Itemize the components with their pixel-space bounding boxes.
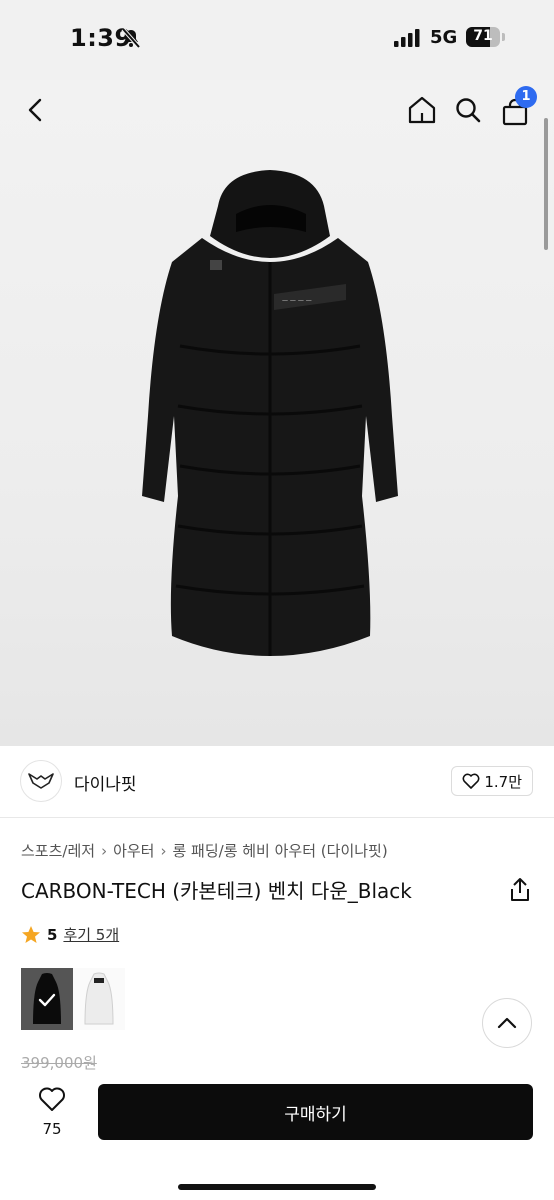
breadcrumb: 스포츠/레저 › 아우터 › 롱 패딩/롱 헤비 아우터 (다이나핏) — [21, 840, 388, 861]
back-button[interactable] — [16, 90, 56, 130]
bell-muted-icon — [121, 27, 141, 49]
breadcrumb-item[interactable]: 롱 패딩/롱 헤비 아우터 (다이나핏) — [172, 840, 387, 861]
brand-logo[interactable] — [20, 760, 62, 802]
heart-outline-icon — [462, 773, 480, 789]
scroll-to-top-button[interactable] — [482, 998, 532, 1048]
home-button[interactable] — [402, 90, 442, 130]
dynafit-logo-icon — [28, 773, 54, 789]
svg-text:— — — —: — — — — — [282, 297, 312, 304]
rating-score: 5 — [47, 925, 58, 944]
buy-button[interactable]: 구매하기 — [98, 1084, 533, 1140]
gallery-scroll-indicator — [544, 118, 548, 250]
search-icon — [456, 98, 481, 123]
battery-percent: 71 — [473, 28, 493, 44]
rating-row: 5 후기 5개 — [21, 924, 119, 945]
color-option-white[interactable] — [73, 968, 125, 1030]
check-icon — [38, 993, 56, 1007]
color-option-black[interactable] — [21, 968, 73, 1030]
star-icon — [22, 925, 40, 943]
heart-outline-icon — [39, 1087, 65, 1111]
product-image-gallery[interactable]: 1 — — — — — [0, 80, 554, 746]
bottom-action-bar: 75 구매하기 — [0, 1070, 554, 1200]
home-indicator — [178, 1184, 376, 1190]
network-label: 5G — [430, 27, 458, 48]
chevron-right-icon: › — [101, 841, 108, 860]
seller-row[interactable]: 다이나핏 1.7만 — [0, 746, 554, 818]
chevron-right-icon: › — [160, 841, 167, 860]
home-icon — [408, 96, 436, 124]
breadcrumb-item[interactable]: 스포츠/레저 — [21, 840, 95, 861]
seller-name[interactable]: 다이나핏 — [74, 770, 137, 795]
cart-badge: 1 — [515, 86, 537, 108]
follow-like-button[interactable]: 1.7만 — [451, 766, 533, 796]
status-bar: 1:39 5G 71 — [0, 0, 554, 80]
product-title: CARBON-TECH (카본테크) 벤치 다운_Black — [21, 879, 412, 903]
share-icon[interactable] — [506, 876, 534, 904]
color-options — [21, 968, 125, 1030]
cellular-signal-icon — [394, 29, 420, 47]
wishlist-count: 75 — [42, 1120, 62, 1138]
search-button[interactable] — [448, 90, 488, 130]
white-coat-thumbnail — [84, 972, 114, 1025]
chevron-up-icon — [497, 1017, 517, 1029]
wishlist-button[interactable]: 75 — [28, 1086, 76, 1138]
back-chevron-icon — [28, 98, 42, 122]
battery-icon: 71 — [466, 27, 506, 47]
cart-button[interactable]: 1 — [495, 86, 537, 132]
product-photo-down-coat: — — — — — [142, 170, 398, 656]
review-link[interactable]: 후기 5개 — [63, 924, 119, 945]
seller-like-count: 1.7만 — [484, 772, 522, 791]
breadcrumb-item[interactable]: 아우터 — [113, 840, 154, 861]
